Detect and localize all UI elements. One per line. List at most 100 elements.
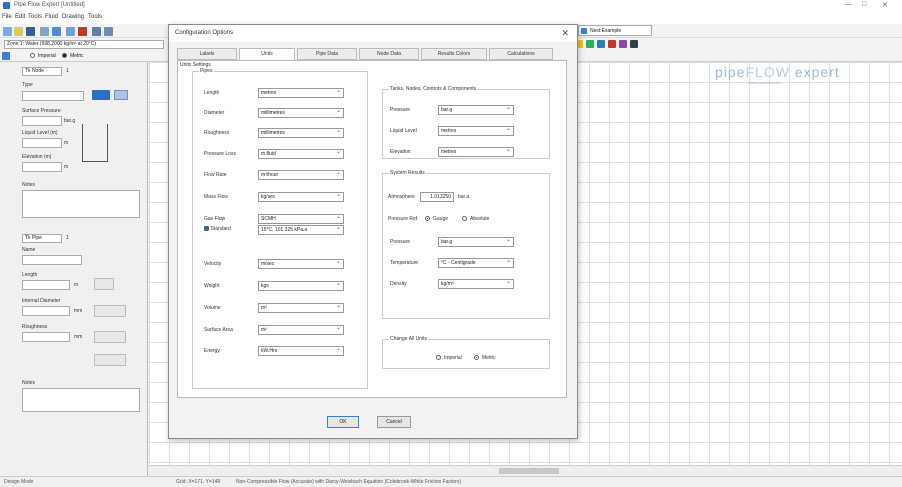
tank-thumbnail-icon <box>114 90 128 100</box>
change-all-metric-radio[interactable] <box>474 355 479 360</box>
length-unit: m <box>74 282 79 288</box>
node-tool-icon[interactable] <box>597 40 605 48</box>
flow-rate-select[interactable]: m³/hour <box>258 170 344 180</box>
energy-label: Energy <box>204 348 220 354</box>
flow-rate-label: Flow Rate <box>204 172 227 178</box>
tank-pressure-label: Pressure <box>390 107 411 113</box>
units-metric-radio[interactable] <box>62 53 67 58</box>
pipe-name-input[interactable] <box>22 255 82 265</box>
open-file-icon[interactable] <box>14 27 23 36</box>
atmosphere-input[interactable]: 1.013250 <box>420 192 454 202</box>
roughness-input[interactable] <box>22 332 70 342</box>
surface-pressure-input[interactable] <box>22 116 62 126</box>
change-all-imperial-radio[interactable] <box>436 355 441 360</box>
fluid-zone-select[interactable]: Zone 1: Water (998.2000 kg/m³ at 20°C) <box>4 40 164 49</box>
type-input[interactable] <box>22 91 84 101</box>
change-all-metric-label: Metric <box>482 355 496 361</box>
tank-elevation-select[interactable]: metres <box>438 147 514 157</box>
length-input[interactable] <box>22 280 70 290</box>
surface-area-select[interactable]: m² <box>258 325 344 335</box>
dialog-title-bar: Configuration Options ✕ <box>169 25 577 42</box>
change-all-units-group: Change All Units <box>382 336 550 369</box>
energy-select[interactable]: kW.Hrs <box>258 346 344 356</box>
pressure-ref-gauge-radio[interactable] <box>425 216 430 221</box>
cancel-button[interactable]: Cancel <box>377 416 411 428</box>
pressure-ref-gauge-label: Gauge <box>433 216 449 222</box>
new-file-icon[interactable] <box>3 27 12 36</box>
pipe-diameter-select[interactable]: millimetres <box>258 108 344 118</box>
menu-edit[interactable]: Edit <box>15 14 25 20</box>
standard-conditions-select[interactable]: 15°C, 101.325 kPa.a <box>258 225 344 235</box>
chart-icon[interactable] <box>52 27 61 36</box>
select-diameter-button[interactable] <box>94 305 126 317</box>
horizontal-scrollbar[interactable] <box>149 465 902 476</box>
node-type-select[interactable]: Tk Node <box>22 67 62 76</box>
grid-icon[interactable] <box>66 27 75 36</box>
tank-pressure-select[interactable]: bar.g <box>438 105 514 115</box>
liquid-level-input[interactable] <box>22 138 62 148</box>
internal-diameter-label: Internal Diameter <box>22 298 61 304</box>
report-icon[interactable] <box>78 27 87 36</box>
result-pressure-select[interactable]: bar.g <box>438 237 514 247</box>
maximize-button[interactable]: □ <box>862 1 866 8</box>
configuration-options-dialog: Configuration Options ✕ Labels Units Pip… <box>168 24 578 439</box>
save-icon[interactable] <box>26 27 35 36</box>
notes-label: Notes <box>22 182 36 188</box>
menu-drawing[interactable]: Drawing <box>62 14 84 20</box>
weight-select[interactable]: kgs <box>258 281 344 291</box>
pipe-type-select[interactable]: Tk Pipe <box>22 234 62 243</box>
menu-fluid[interactable]: Fluid <box>45 14 58 20</box>
tab-pipe-data[interactable]: Pipe Data <box>297 48 357 60</box>
liquid-level-unit: m <box>64 140 69 146</box>
pipe-tool-icon[interactable] <box>586 40 594 48</box>
menu-tools-2[interactable]: Tools <box>88 14 102 20</box>
length-button[interactable] <box>94 278 114 290</box>
tab-results-colors[interactable]: Results Colors <box>421 48 487 60</box>
menu-tools[interactable]: Tools <box>28 14 42 20</box>
volume-select[interactable]: m³ <box>258 303 344 313</box>
select-roughness-button[interactable] <box>94 331 126 343</box>
pipe-length-select[interactable]: metres <box>258 88 344 98</box>
status-grid: Grid: X=171, Y=148 <box>176 479 221 485</box>
print-icon[interactable] <box>40 27 49 36</box>
tab-calculations[interactable]: Calculations <box>489 48 553 60</box>
table-icon[interactable] <box>92 27 101 36</box>
undo-icon[interactable] <box>619 40 627 48</box>
units-imperial-radio[interactable] <box>30 53 35 58</box>
density-select[interactable]: kg/m³ <box>438 279 514 289</box>
elevation-input[interactable] <box>22 162 62 172</box>
tank-diagram-icon <box>82 124 108 162</box>
component-tool-icon[interactable] <box>608 40 616 48</box>
tab-node-data[interactable]: Node Data <box>359 48 419 60</box>
next-example-button[interactable]: Next Example <box>578 25 652 36</box>
units-tab-panel: Units Settings Pipes Length metres Diame… <box>177 60 567 398</box>
internal-diameter-input[interactable] <box>22 306 70 316</box>
pressure-ref-absolute-radio[interactable] <box>462 216 467 221</box>
results-icon[interactable] <box>104 27 113 36</box>
node-notes-input[interactable] <box>22 190 140 218</box>
next-example-label: Next Example <box>590 28 622 34</box>
node-id: 1 <box>66 68 69 74</box>
mass-flow-select[interactable]: kg/sec <box>258 192 344 202</box>
ok-button[interactable]: OK <box>327 416 359 428</box>
pipe-length-label: Length <box>204 90 220 96</box>
pipe-notes-input[interactable] <box>22 388 140 412</box>
velocity-select[interactable]: m/sec <box>258 259 344 269</box>
logo-flow: FLOW <box>745 64 790 80</box>
status-mode: Design Mode <box>4 479 34 485</box>
temperature-select[interactable]: °C - Centigrade <box>438 258 514 268</box>
minimize-button[interactable]: — <box>845 1 852 8</box>
scroll-thumb[interactable] <box>499 468 559 474</box>
close-window-button[interactable]: ✕ <box>882 1 888 9</box>
pipe-roughness-select[interactable]: millimetres <box>258 128 344 138</box>
gas-flow-select[interactable]: SCMH <box>258 214 344 224</box>
menu-file[interactable]: File <box>2 14 12 20</box>
weight-label: Weight <box>204 283 220 289</box>
pressure-loss-select[interactable]: m.fluid <box>258 149 344 159</box>
standard-label: @ Standard <box>204 226 231 232</box>
dialog-close-button[interactable]: ✕ <box>561 28 569 39</box>
tab-labels[interactable]: Labels <box>177 48 237 60</box>
tank-liquid-level-select[interactable]: metres <box>438 126 514 136</box>
redo-icon[interactable] <box>630 40 638 48</box>
fittings-button[interactable] <box>94 354 126 366</box>
